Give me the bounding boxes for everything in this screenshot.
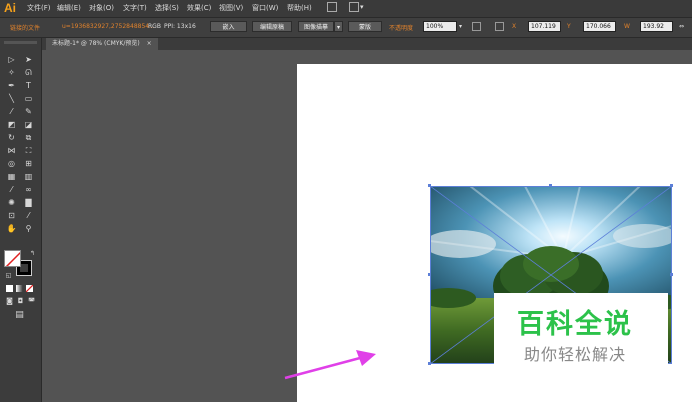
annotation-arrow [284,350,376,380]
